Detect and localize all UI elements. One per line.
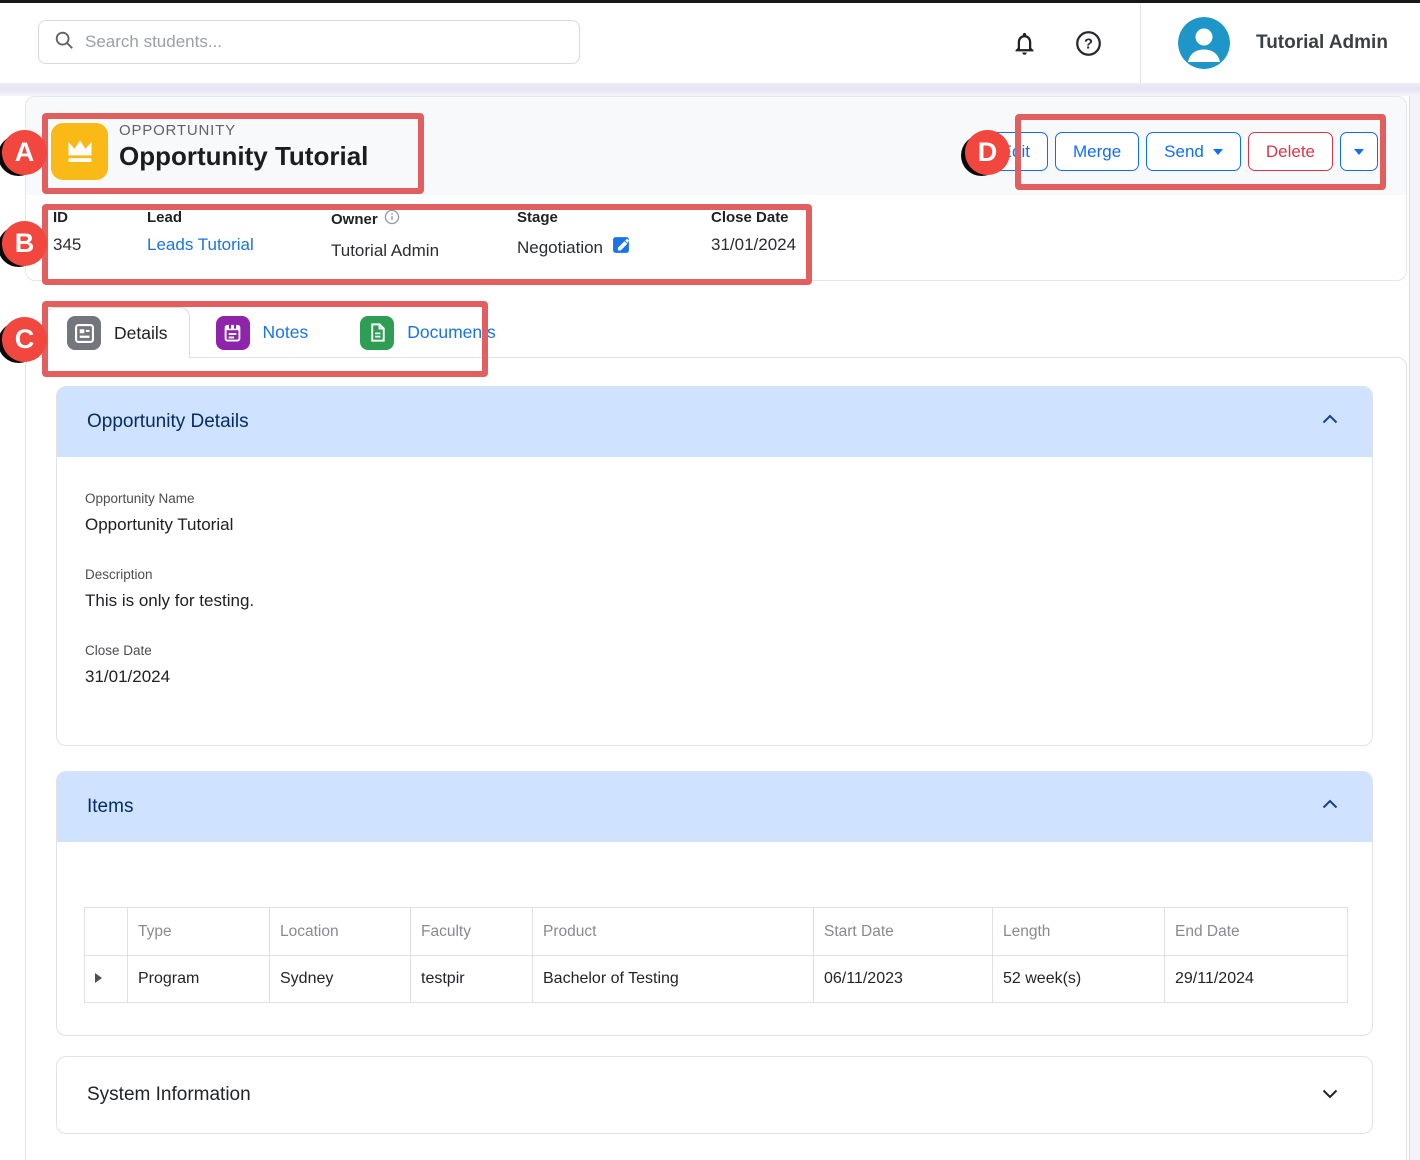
summary-field-id: ID 345 <box>53 209 81 255</box>
page-title: Opportunity Tutorial <box>119 141 368 172</box>
tab-details[interactable]: Details <box>45 307 190 358</box>
record-header-card: OPPORTUNITY Opportunity Tutorial Edit Me… <box>25 96 1407 281</box>
delete-button[interactable]: Delete <box>1248 132 1333 171</box>
send-button[interactable]: Send <box>1146 132 1241 171</box>
summary-field-lead: Lead Leads Tutorial <box>147 209 254 255</box>
summary-fields-row: ID 345 Lead Leads Tutorial Owner <box>53 209 1386 273</box>
action-buttons: Edit Merge Send Delete <box>983 132 1378 171</box>
topbar-shadow <box>0 83 1420 96</box>
tab-content-card: Opportunity Details Opportunity Name Opp… <box>25 357 1407 1160</box>
summary-field-stage: Stage Negotiation <box>517 209 631 260</box>
items-table: Type Location Faculty Product Start Date… <box>84 907 1348 1003</box>
annotation-marker-c: C <box>2 317 47 362</box>
lead-link[interactable]: Leads Tutorial <box>147 235 254 255</box>
summary-field-owner: Owner Tutorial Admin <box>331 209 439 261</box>
system-information-panel[interactable]: System Information <box>56 1056 1373 1134</box>
more-actions-button[interactable] <box>1340 132 1378 171</box>
scrollbar[interactable] <box>1409 96 1420 1160</box>
edit-stage-icon[interactable] <box>611 235 631 260</box>
send-button-label: Send <box>1164 142 1204 162</box>
search-icon <box>53 29 75 56</box>
field-opportunity-name: Opportunity Name Opportunity Tutorial <box>85 491 1344 535</box>
notifications-bell-icon[interactable] <box>1010 29 1038 57</box>
notes-clipboard-icon <box>216 316 250 350</box>
help-icon[interactable]: ? <box>1074 29 1102 57</box>
field-description: Description This is only for testing. <box>85 567 1344 611</box>
items-table-header-row: Type Location Faculty Product Start Date… <box>85 908 1348 956</box>
opportunity-crown-icon <box>51 123 108 180</box>
items-header[interactable]: Items <box>57 772 1372 842</box>
topbar-divider <box>1140 3 1141 83</box>
caret-down-icon <box>1213 149 1223 155</box>
table-row: Program Sydney testpir Bachelor of Testi… <box>85 956 1348 1003</box>
topbar: ? Tutorial Admin <box>0 3 1420 83</box>
summary-field-close-date: Close Date 31/01/2024 <box>711 209 796 255</box>
annotation-marker-a: A <box>2 130 47 175</box>
svg-text:?: ? <box>1084 36 1093 52</box>
user-avatar[interactable] <box>1178 17 1230 69</box>
window-top-edge <box>0 0 1420 3</box>
tab-bar: Details Notes <box>45 307 522 358</box>
search-box[interactable] <box>38 20 580 64</box>
user-name: Tutorial Admin <box>1256 3 1388 83</box>
tab-documents[interactable]: Documents <box>334 307 522 358</box>
details-fields: Opportunity Name Opportunity Tutorial De… <box>57 457 1372 687</box>
expander-column-header <box>85 908 128 956</box>
tab-notes[interactable]: Notes <box>190 307 335 358</box>
details-article-icon <box>67 316 101 350</box>
annotation-marker-d: D <box>965 130 1010 175</box>
row-expand-icon[interactable] <box>95 973 102 983</box>
items-table-wrapper: Type Location Faculty Product Start Date… <box>57 842 1372 1003</box>
chevron-down-icon <box>1318 1081 1342 1110</box>
caret-down-icon <box>1354 149 1364 155</box>
documents-file-icon <box>360 316 394 350</box>
info-icon[interactable] <box>384 209 400 229</box>
entity-label: OPPORTUNITY <box>119 122 236 139</box>
annotation-marker-b: B <box>2 221 47 266</box>
opportunity-details-header[interactable]: Opportunity Details <box>57 387 1372 457</box>
chevron-up-icon <box>1318 793 1342 822</box>
page: ? Tutorial Admin OPPORTUNITY Opportunity… <box>0 0 1420 1160</box>
merge-button[interactable]: Merge <box>1055 132 1139 171</box>
items-panel: Items Type <box>56 771 1373 1036</box>
opportunity-details-panel: Opportunity Details Opportunity Name Opp… <box>56 386 1373 746</box>
search-input[interactable] <box>85 32 565 52</box>
field-close-date: Close Date 31/01/2024 <box>85 643 1344 687</box>
chevron-up-icon <box>1318 408 1342 437</box>
